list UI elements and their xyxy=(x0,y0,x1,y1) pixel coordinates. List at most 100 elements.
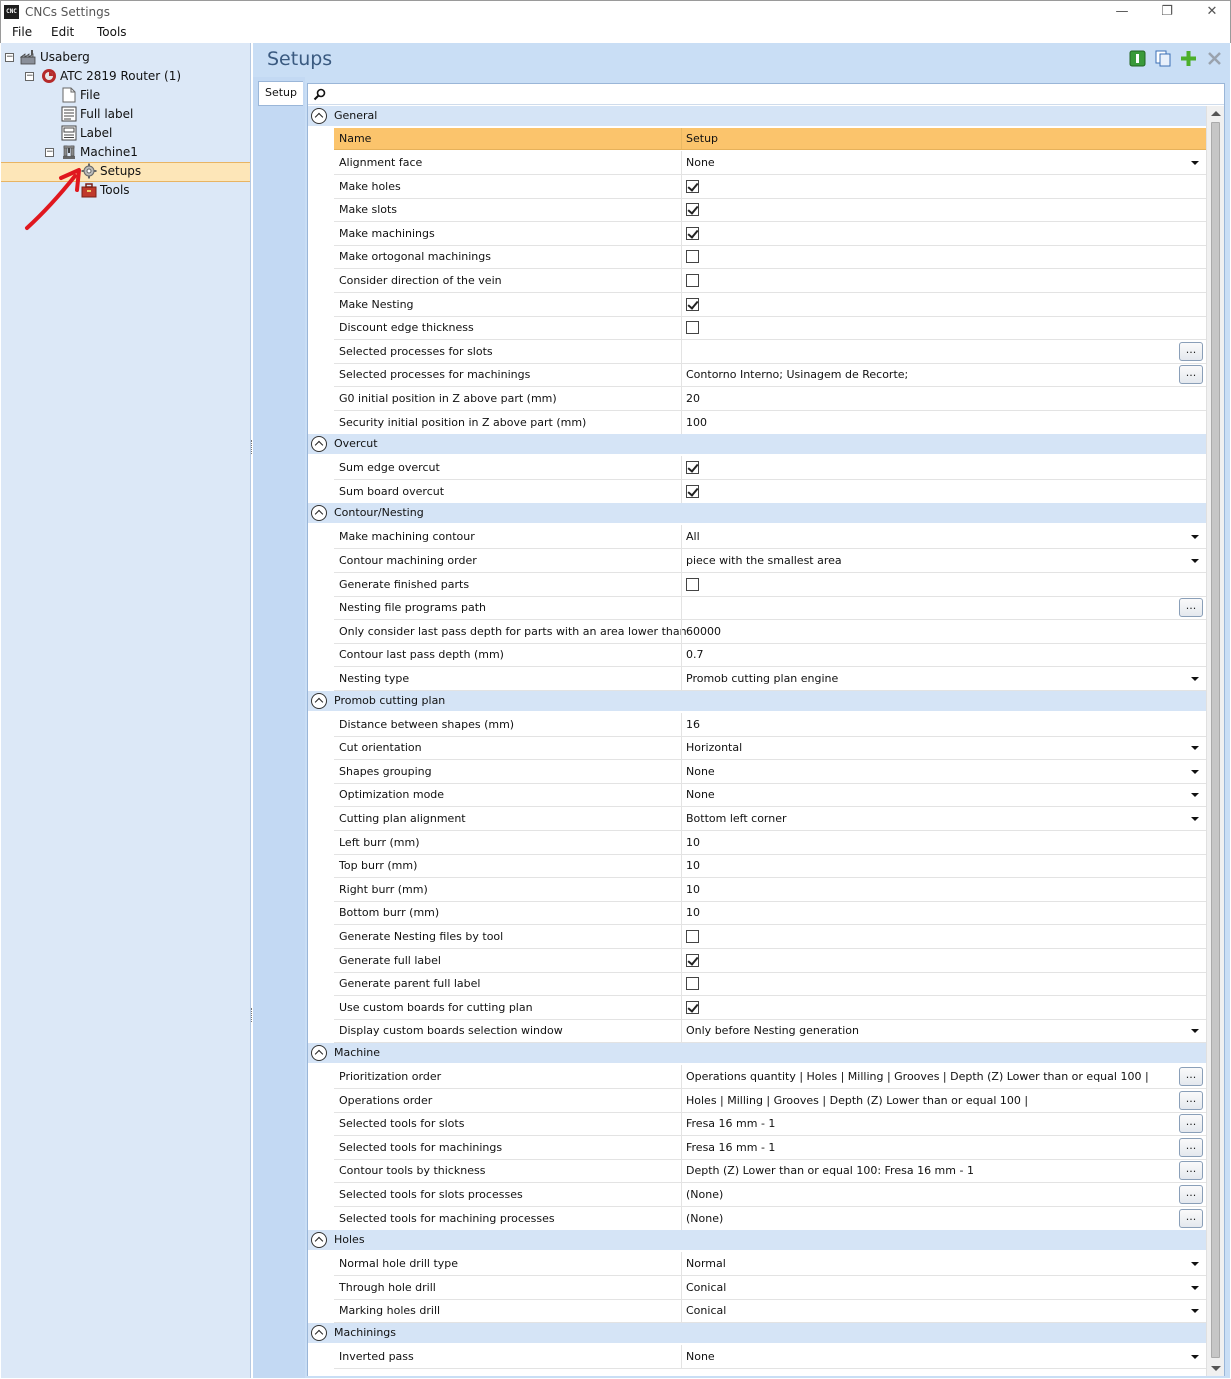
dropdown-arrow-icon[interactable] xyxy=(1191,1309,1199,1314)
dropdown-arrow-icon[interactable] xyxy=(1191,161,1199,165)
dropdown-arrow-icon[interactable] xyxy=(1191,769,1199,774)
dropdown-arrow-icon[interactable] xyxy=(1191,746,1199,751)
ellipsis-button[interactable]: ... xyxy=(1179,365,1203,385)
property-checkbox[interactable] xyxy=(686,930,699,943)
restore-button[interactable]: ❐ xyxy=(1147,3,1187,21)
category-promob-cutting-plan[interactable]: Promob cutting plan xyxy=(308,690,1206,711)
ellipsis-button[interactable]: ... xyxy=(1179,1137,1203,1157)
dropdown-arrow-icon[interactable] xyxy=(1191,535,1199,540)
property-row-bottom-burr-mm[interactable]: Bottom burr (mm) 10 xyxy=(334,901,1206,926)
collapse-icon[interactable]: − xyxy=(45,148,54,157)
property-row-sum-edge-overcut[interactable]: Sum edge overcut xyxy=(334,456,1206,481)
category-holes[interactable]: Holes xyxy=(308,1230,1206,1251)
menu-edit[interactable]: Edit xyxy=(51,25,74,39)
property-row-nesting-file-programs-path[interactable]: Nesting file programs path... xyxy=(334,596,1206,621)
property-value[interactable]: Horizontal xyxy=(686,741,742,754)
dropdown-arrow-icon[interactable] xyxy=(1191,1029,1199,1034)
ellipsis-button[interactable]: ... xyxy=(1179,1161,1203,1181)
edit-icon[interactable] xyxy=(1129,50,1146,67)
property-row-selected-tools-for-slots-processes[interactable]: Selected tools for slots processes (None)… xyxy=(334,1183,1206,1207)
ellipsis-button[interactable]: ... xyxy=(1179,1208,1203,1228)
property-checkbox[interactable] xyxy=(686,577,699,591)
dropdown-arrow-icon[interactable] xyxy=(1191,817,1199,821)
property-value[interactable]: Conical xyxy=(686,1281,726,1294)
property-value[interactable]: Fresa 16 mm - 1 xyxy=(686,1141,775,1154)
property-value[interactable]: (None) xyxy=(686,1188,723,1201)
property-value[interactable]: Depth (Z) Lower than or equal 100: Fresa… xyxy=(686,1164,974,1177)
property-value[interactable]: 10 xyxy=(686,859,700,872)
property-row-make-machining-contour[interactable]: Make machining contour All xyxy=(334,525,1206,550)
collapse-category-icon[interactable] xyxy=(311,505,327,522)
copy-icon[interactable] xyxy=(1155,50,1172,67)
property-row-generate-nesting-files-by-tool[interactable]: Generate Nesting files by tool xyxy=(334,925,1206,949)
tree-node-label[interactable]: Label xyxy=(1,124,250,143)
property-value[interactable]: Fresa 16 mm - 1 xyxy=(686,1117,775,1130)
property-value[interactable]: piece with the smallest area xyxy=(686,554,842,567)
property-value[interactable]: Bottom left corner xyxy=(686,812,787,825)
property-row-optimization-mode[interactable]: Optimization mode None xyxy=(334,783,1206,808)
category-machine[interactable]: Machine xyxy=(308,1043,1206,1063)
scroll-up-icon[interactable] xyxy=(1211,111,1221,116)
category-general[interactable]: General xyxy=(308,106,1206,126)
property-row-marking-holes-drill[interactable]: Marking holes drill Conical xyxy=(334,1299,1206,1324)
property-row-contour-tools-by-thickness[interactable]: Contour tools by thickness Depth (Z) Lowe… xyxy=(334,1159,1206,1184)
property-checkbox[interactable] xyxy=(686,226,699,240)
property-row-make-holes[interactable]: Make holes xyxy=(334,174,1206,199)
property-row-selected-processes-for-slots[interactable]: Selected processes for slots... xyxy=(334,339,1206,364)
property-row-right-burr-mm[interactable]: Right burr (mm) 10 xyxy=(334,877,1206,902)
property-checkbox[interactable] xyxy=(686,321,699,335)
tree-node-full-label[interactable]: Full label xyxy=(1,105,250,124)
tree-node-file[interactable]: File xyxy=(1,86,250,105)
tab-setup[interactable]: Setup xyxy=(258,81,303,106)
property-row-generate-finished-parts[interactable]: Generate finished parts xyxy=(334,572,1206,597)
property-row-selected-tools-for-machinings[interactable]: Selected tools for machinings Fresa 16 mm… xyxy=(334,1135,1206,1160)
property-value[interactable]: Contorno Interno; Usinagem de Recorte; xyxy=(686,368,908,381)
scrollbar-thumb[interactable] xyxy=(1211,122,1220,1358)
property-row-inverted-pass[interactable]: Inverted pass None xyxy=(334,1345,1206,1369)
property-row-selected-tools-for-machining-processes[interactable]: Selected tools for machining processes (N… xyxy=(334,1206,1206,1231)
dropdown-arrow-icon[interactable] xyxy=(1191,1355,1199,1359)
property-row-make-slots[interactable]: Make slots xyxy=(334,198,1206,223)
tree-node-usaberg[interactable]: − Usaberg xyxy=(1,48,250,67)
property-checkbox[interactable] xyxy=(686,484,699,498)
property-row-distance-between-shapes-mm[interactable]: Distance between shapes (mm) 16 xyxy=(334,712,1206,737)
collapse-category-icon[interactable] xyxy=(311,1045,327,1061)
dropdown-arrow-icon[interactable] xyxy=(1191,1262,1199,1267)
category-overcut[interactable]: Overcut xyxy=(308,434,1206,455)
property-row-display-custom-boards-selection-window[interactable]: Display custom boards selection window On… xyxy=(334,1019,1206,1044)
property-checkbox[interactable] xyxy=(686,203,699,217)
tree-node-machine1[interactable]: − Machine1 xyxy=(1,143,250,162)
property-checkbox[interactable] xyxy=(686,179,699,193)
property-value[interactable]: None xyxy=(686,765,715,778)
property-row-discount-edge-thickness[interactable]: Discount edge thickness xyxy=(334,316,1206,341)
property-row-selected-tools-for-slots[interactable]: Selected tools for slots Fresa 16 mm - 1.… xyxy=(334,1112,1206,1137)
property-row-nesting-type[interactable]: Nesting type Promob cutting plan engine xyxy=(334,667,1206,691)
property-value[interactable]: 100 xyxy=(686,416,707,429)
ellipsis-button[interactable]: ... xyxy=(1179,1067,1203,1086)
property-value[interactable]: None xyxy=(686,1350,715,1363)
collapse-category-icon[interactable] xyxy=(311,436,327,453)
menu-file[interactable]: File xyxy=(12,25,32,39)
property-value[interactable]: None xyxy=(686,156,715,169)
collapse-category-icon[interactable] xyxy=(311,1325,327,1341)
property-value[interactable]: Holes | Milling | Grooves | Depth (Z) Lo… xyxy=(686,1094,1028,1107)
property-value[interactable]: 0.7 xyxy=(686,648,704,661)
property-row-contour-last-pass-depth-mm[interactable]: Contour last pass depth (mm) 0.7 xyxy=(334,643,1206,668)
property-row-make-ortogonal-machinings[interactable]: Make ortogonal machinings xyxy=(334,245,1206,270)
property-checkbox[interactable] xyxy=(686,977,699,991)
dropdown-arrow-icon[interactable] xyxy=(1191,1285,1199,1290)
add-icon[interactable] xyxy=(1180,50,1197,67)
property-value[interactable]: 10 xyxy=(686,906,700,919)
property-row-shapes-grouping[interactable]: Shapes grouping None xyxy=(334,759,1206,784)
delete-icon[interactable] xyxy=(1206,50,1223,67)
vertical-scrollbar[interactable] xyxy=(1206,106,1224,1376)
ellipsis-button[interactable]: ... xyxy=(1179,1090,1203,1110)
property-value[interactable]: 20 xyxy=(686,392,700,405)
property-row-make-nesting[interactable]: Make Nesting xyxy=(334,292,1206,317)
property-value[interactable]: All xyxy=(686,530,700,543)
property-row-cut-orientation[interactable]: Cut orientation Horizontal xyxy=(334,736,1206,761)
property-row-top-burr-mm[interactable]: Top burr (mm) 10 xyxy=(334,854,1206,879)
property-row-security-initial-position-in-z-above-part-mm[interactable]: Security initial position in Z above par… xyxy=(334,410,1206,435)
property-value[interactable]: Conical xyxy=(686,1304,726,1317)
property-value[interactable]: None xyxy=(686,788,715,801)
